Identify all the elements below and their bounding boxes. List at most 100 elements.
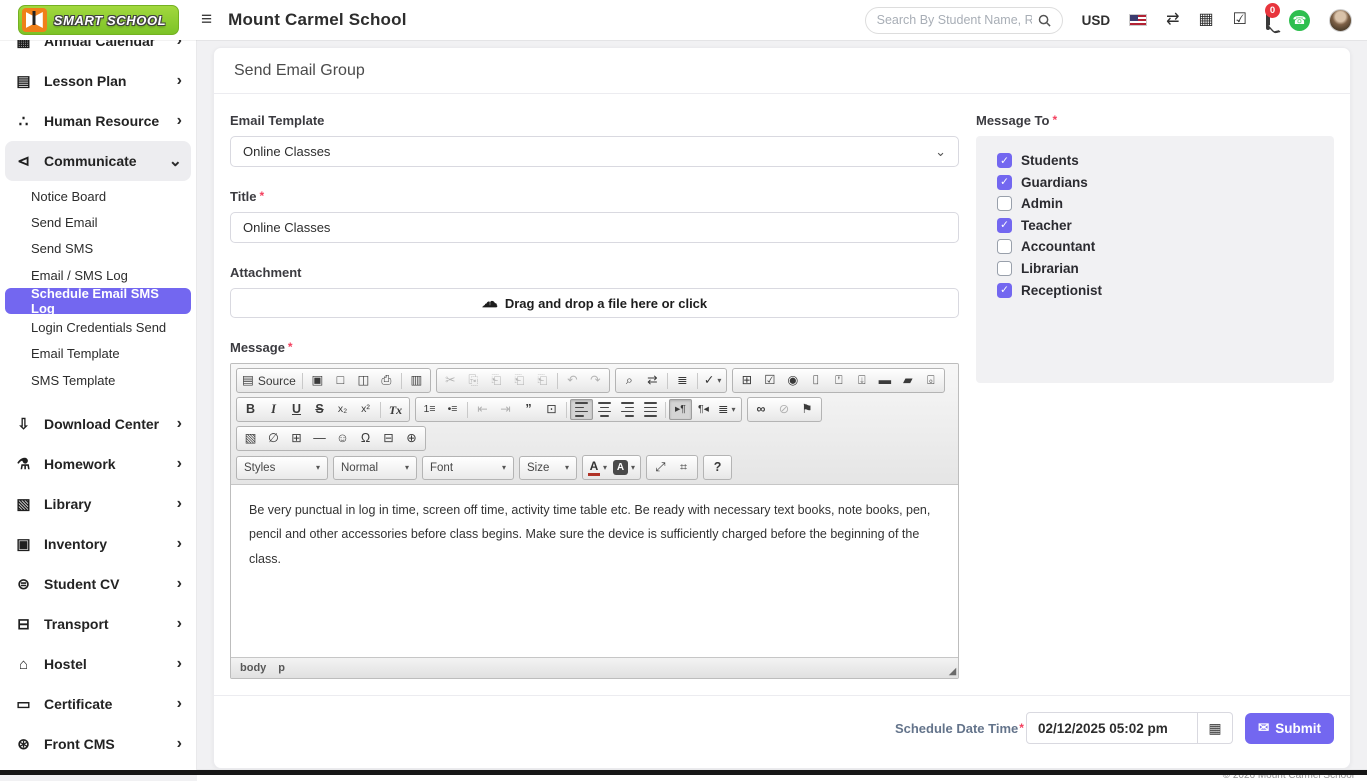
paste-text-button[interactable]: ⎗ <box>508 370 531 391</box>
format-dropdown[interactable]: Normal▾ <box>333 456 417 480</box>
bulleted-list-button[interactable]: •≡ <box>441 399 464 420</box>
new-page-button[interactable]: □ <box>329 370 352 391</box>
checkbox-field-button[interactable]: ☑ <box>758 370 781 391</box>
sidebar-item-communicate[interactable]: ⊲ Communicate ⌄ <box>5 141 191 181</box>
path-p[interactable]: p <box>278 662 285 674</box>
calendar-addon-button[interactable]: ▦ <box>1198 712 1233 744</box>
paste-button[interactable]: ⎗ <box>485 370 508 391</box>
user-avatar[interactable] <box>1329 9 1352 32</box>
smiley-button[interactable]: ☺ <box>331 428 354 449</box>
show-blocks-button[interactable]: ⌗ <box>672 457 695 478</box>
sidebar-item-notice-board[interactable]: Notice Board <box>5 183 191 209</box>
title-input[interactable] <box>230 212 959 243</box>
language-flag-icon[interactable] <box>1129 14 1147 26</box>
print-button[interactable]: ⎙ <box>375 370 398 391</box>
select-all-button[interactable]: ≣ <box>671 370 694 391</box>
sidebar-item-email-template[interactable]: Email Template <box>5 341 191 367</box>
bold-button[interactable]: B <box>239 399 262 420</box>
superscript-button[interactable]: x² <box>354 399 377 420</box>
menu-toggle-icon[interactable]: ≡ <box>201 9 212 31</box>
option-guardians[interactable]: ✓ Guardians <box>997 175 1313 190</box>
schedule-datetime-input[interactable] <box>1026 712 1198 744</box>
find-button[interactable]: ⌕ <box>618 370 641 391</box>
align-left-button[interactable] <box>570 399 593 420</box>
paste-word-button[interactable]: ⎗ <box>531 370 554 391</box>
hidden-field-button[interactable]: ⌻ <box>919 370 942 391</box>
logo-zone[interactable]: SMART SCHOOL <box>0 5 197 35</box>
file-dropzone[interactable]: ☁↑ Drag and drop a file here or click <box>230 288 959 318</box>
strikethrough-button[interactable]: S <box>308 399 331 420</box>
sidebar-item-annual-calendar[interactable]: ▦ Annual Calendar › <box>5 40 191 61</box>
templates-button[interactable]: ▥ <box>405 370 428 391</box>
sidebar-item-schedule-email-sms-log[interactable]: Schedule Email SMS Log <box>5 288 191 314</box>
search-input[interactable] <box>877 13 1032 27</box>
form-field-button[interactable]: ⊞ <box>735 370 758 391</box>
radio-field-button[interactable]: ◉ <box>781 370 804 391</box>
students-checkbox[interactable]: ✓ <box>997 153 1012 168</box>
size-dropdown[interactable]: Size▾ <box>519 456 577 480</box>
sidebar-item-email-sms-log[interactable]: Email / SMS Log <box>5 262 191 288</box>
align-right-button[interactable] <box>616 399 639 420</box>
select-field-button[interactable]: ⍗ <box>850 370 873 391</box>
flash-button[interactable]: ∅ <box>262 428 285 449</box>
horizontal-rule-button[interactable]: ― <box>308 428 331 449</box>
page-break-button[interactable]: ⊟ <box>377 428 400 449</box>
option-students[interactable]: ✓ Students <box>997 153 1313 168</box>
styles-dropdown[interactable]: Styles▾ <box>236 456 328 480</box>
save-button[interactable]: ▣ <box>306 370 329 391</box>
italic-button[interactable]: I <box>262 399 285 420</box>
outdent-button[interactable]: ⇤ <box>471 399 494 420</box>
div-container-button[interactable]: ⊡ <box>540 399 563 420</box>
indent-button[interactable]: ⇥ <box>494 399 517 420</box>
image-button[interactable]: ▧ <box>239 428 262 449</box>
sidebar-item-library[interactable]: ▧ Library › <box>5 484 191 524</box>
bidi-rtl-button[interactable]: ¶◂ <box>692 399 715 420</box>
special-char-button[interactable]: Ω <box>354 428 377 449</box>
todo-icon[interactable]: ☑ <box>1233 12 1247 28</box>
source-button[interactable]: ▤Source <box>239 370 299 391</box>
sidebar-item-download-center[interactable]: ⇩ Download Center › <box>5 404 191 444</box>
text-field-button[interactable]: ⌷ <box>804 370 827 391</box>
messages-button[interactable]: 0 <box>1266 11 1270 29</box>
submit-button[interactable]: ✉ Submit <box>1245 713 1334 744</box>
justify-button[interactable] <box>639 399 662 420</box>
sidebar-item-transport[interactable]: ⊟ Transport › <box>5 604 191 644</box>
currency-selector[interactable]: USD <box>1082 13 1111 28</box>
sidebar-item-front-cms[interactable]: ⊛ Front CMS › <box>5 724 191 764</box>
option-receptionist[interactable]: ✓ Receptionist <box>997 283 1313 298</box>
redo-button[interactable]: ↷ <box>584 370 607 391</box>
remove-format-button[interactable]: Tx <box>384 399 407 420</box>
textarea-field-button[interactable]: ⍞ <box>827 370 850 391</box>
admin-checkbox[interactable]: ✓ <box>997 196 1012 211</box>
language-button[interactable]: ≣▾ <box>715 399 739 420</box>
option-accountant[interactable]: ✓ Accountant <box>997 239 1313 254</box>
align-center-button[interactable] <box>593 399 616 420</box>
resize-handle-icon[interactable]: ◢ <box>949 666 956 677</box>
option-admin[interactable]: ✓ Admin <box>997 196 1313 211</box>
option-librarian[interactable]: ✓ Librarian <box>997 261 1313 276</box>
undo-button[interactable]: ↶ <box>561 370 584 391</box>
calendar-icon[interactable]: ▦ <box>1199 12 1214 28</box>
subscript-button[interactable]: x₂ <box>331 399 354 420</box>
sidebar-item-sms-template[interactable]: SMS Template <box>5 367 191 393</box>
copy-button[interactable]: ⎘ <box>462 370 485 391</box>
text-color-button[interactable]: A▾ <box>585 457 610 478</box>
librarian-checkbox[interactable]: ✓ <box>997 261 1012 276</box>
guardians-checkbox[interactable]: ✓ <box>997 175 1012 190</box>
replace-button[interactable]: ⇄ <box>641 370 664 391</box>
path-body[interactable]: body <box>240 662 266 674</box>
search-icon[interactable] <box>1038 14 1051 27</box>
sidebar-item-send-sms[interactable]: Send SMS <box>5 236 191 262</box>
sidebar-item-student-cv[interactable]: ⊜ Student CV › <box>5 564 191 604</box>
sidebar-item-lesson-plan[interactable]: ▤ Lesson Plan › <box>5 61 191 101</box>
teacher-checkbox[interactable]: ✓ <box>997 218 1012 233</box>
about-button[interactable]: ? <box>706 457 729 478</box>
cut-button[interactable]: ✂ <box>439 370 462 391</box>
bidi-ltr-button[interactable]: ▸¶ <box>669 399 692 420</box>
iframe-button[interactable]: ⊕ <box>400 428 423 449</box>
sidebar-item-login-credentials-send[interactable]: Login Credentials Send <box>5 314 191 340</box>
sidebar-item-inventory[interactable]: ▣ Inventory › <box>5 524 191 564</box>
font-dropdown[interactable]: Font▾ <box>422 456 514 480</box>
preview-button[interactable]: ◫ <box>352 370 375 391</box>
receptionist-checkbox[interactable]: ✓ <box>997 283 1012 298</box>
